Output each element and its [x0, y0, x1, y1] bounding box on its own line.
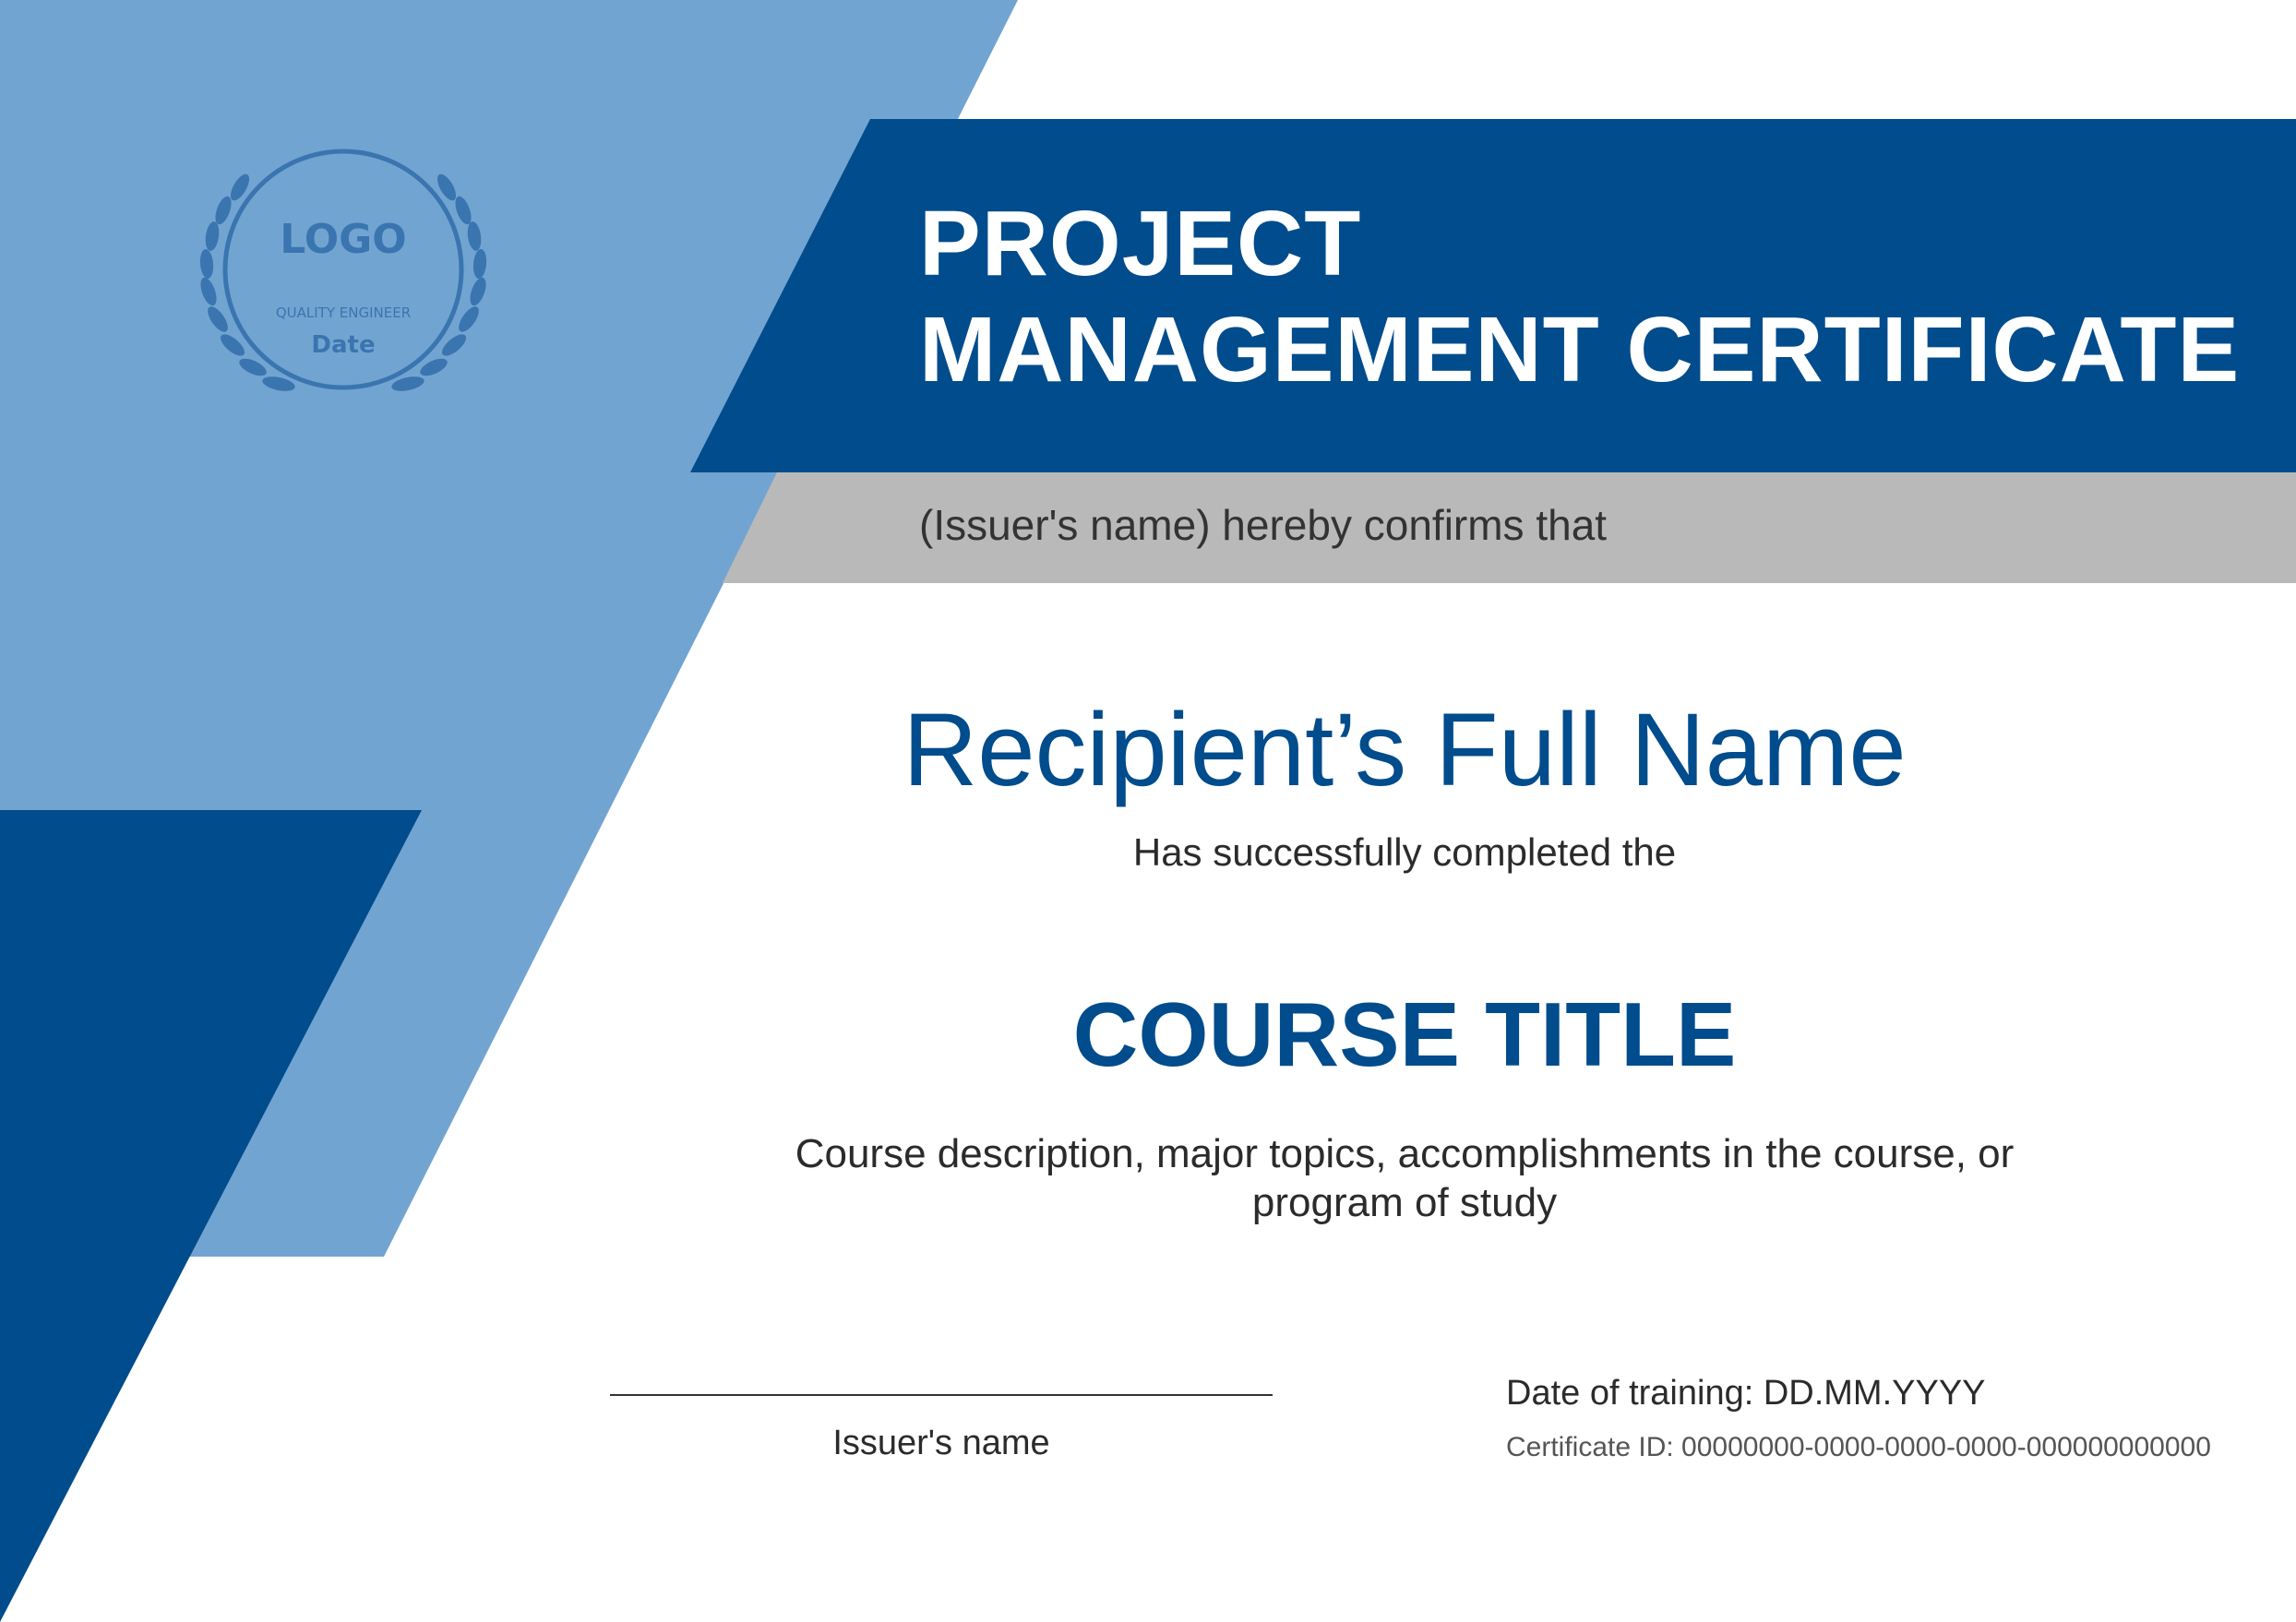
logo-text: LOGO [280, 216, 406, 263]
certificate-id: Certificate ID: 00000000-0000-0000-0000-… [1506, 1432, 2211, 1462]
logo-date: Date [311, 331, 375, 359]
logo-subtitle: QUALITY ENGINEER [276, 304, 411, 321]
certificate-page: LOGO QUALITY ENGINEER Date PROJECT MANAG… [0, 0, 2296, 1622]
course-description: Course description, major topics, accomp… [795, 1131, 2015, 1225]
issuer-confirmation: (Issuer's name) hereby confirms that [919, 501, 1608, 549]
issuer-signature-label: Issuer's name [832, 1424, 1050, 1462]
certificate-title-line2: MANAGEMENT CERTIFICATE [919, 298, 2241, 401]
signature-line [610, 1394, 1273, 1396]
certificate-title-line1: PROJECT [919, 192, 1362, 295]
completion-statement: Has successfully completed the [1132, 830, 1677, 874]
course-title: COURSE TITLE [1072, 984, 1737, 1085]
date-of-training: Date of training: DD.MM.YYYY [1506, 1374, 1986, 1413]
laurel-wreath-icon [199, 173, 487, 391]
logo-seal: LOGO QUALITY ENGINEER Date [199, 149, 487, 391]
recipient-name: Recipient’s Full Name [903, 692, 1907, 807]
title-banner [690, 119, 2296, 472]
